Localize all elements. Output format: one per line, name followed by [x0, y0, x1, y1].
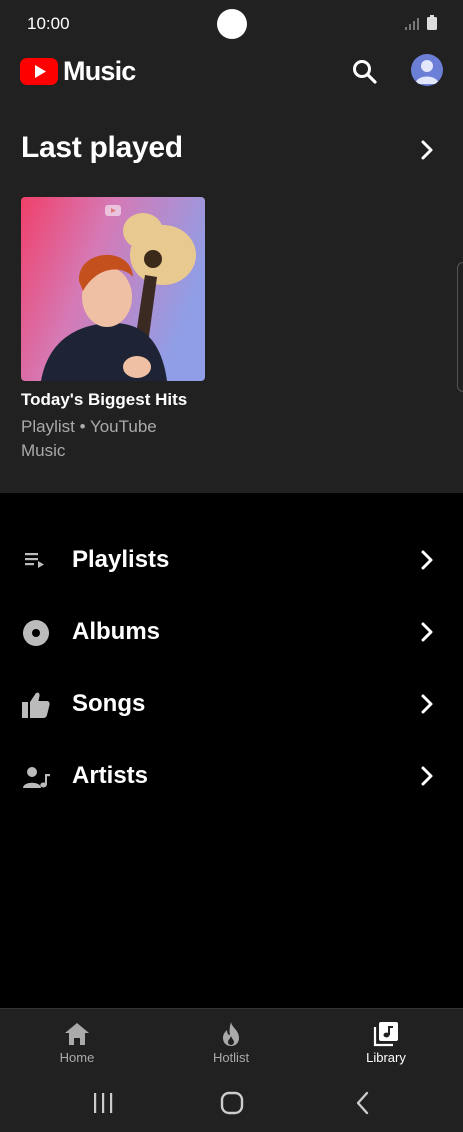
library-item-playlists[interactable]: Playlists: [0, 532, 463, 588]
artist-icon: [23, 767, 50, 788]
library-item-songs[interactable]: Songs: [0, 676, 463, 732]
nav-home[interactable]: Home: [0, 1009, 154, 1073]
status-time: 10:00: [27, 14, 70, 33]
library-item-label: Songs: [72, 690, 146, 717]
playlist-artwork: [21, 197, 205, 381]
app-name: Music: [63, 56, 136, 86]
library-item-artists[interactable]: Artists: [0, 748, 463, 804]
youtube-play-logo-icon: [20, 58, 58, 85]
playlist-card[interactable]: Today's Biggest Hits Playlist • YouTube …: [21, 197, 205, 463]
system-navigation-bar: [0, 1072, 463, 1132]
avatar-icon: [415, 60, 439, 84]
library-item-label: Artists: [72, 762, 149, 789]
playlist-icon: [25, 553, 44, 568]
chevron-right-icon: [421, 550, 433, 570]
account-avatar-button[interactable]: [411, 54, 443, 86]
battery-icon: [427, 15, 437, 30]
bottom-navigation: Home Hotlist Library: [0, 1008, 463, 1072]
chevron-right-icon: [421, 622, 433, 642]
playlist-thumbnail[interactable]: [21, 197, 205, 381]
front-camera: [217, 9, 247, 39]
app-header: Music: [0, 48, 463, 101]
library-item-label: Albums: [72, 618, 161, 645]
signal-icon: [405, 18, 419, 30]
status-icons: [405, 15, 437, 30]
search-button[interactable]: [350, 57, 380, 87]
search-icon: [353, 60, 377, 84]
section-title: Last played: [21, 131, 183, 164]
nav-label: Library: [366, 1050, 406, 1065]
chevron-right-icon: [421, 766, 433, 786]
nav-library[interactable]: Library: [309, 1009, 463, 1073]
back-icon[interactable]: [350, 1090, 376, 1116]
nav-hotlist[interactable]: Hotlist: [154, 1009, 308, 1073]
phone-screen: 10:00 Music Last played Today's Biggest …: [0, 0, 463, 1132]
library-item-albums[interactable]: Albums: [0, 604, 463, 660]
library-item-label: Playlists: [72, 546, 170, 573]
home-button-icon[interactable]: [219, 1090, 245, 1116]
nav-label: Home: [59, 1050, 95, 1065]
youtube-music-logo[interactable]: Music: [20, 56, 136, 87]
home-icon: [65, 1023, 89, 1045]
last-played-section: Last played Today's Biggest Hits Playlis…: [0, 101, 463, 493]
chevron-right-icon[interactable]: [414, 137, 440, 163]
album-icon: [23, 620, 49, 646]
nav-label: Hotlist: [212, 1050, 250, 1065]
status-bar: 10:00: [0, 0, 463, 48]
chevron-right-icon: [421, 694, 433, 714]
playlist-subtitle: Playlist • YouTube Music: [21, 417, 157, 460]
edge-panel-handle[interactable]: [457, 262, 463, 392]
flame-icon: [223, 1022, 239, 1046]
recent-apps-icon[interactable]: [90, 1090, 116, 1116]
playlist-title[interactable]: Today's Biggest Hits: [21, 390, 205, 410]
library-icon: [373, 1022, 398, 1047]
thumbs-up-icon: [22, 692, 50, 718]
